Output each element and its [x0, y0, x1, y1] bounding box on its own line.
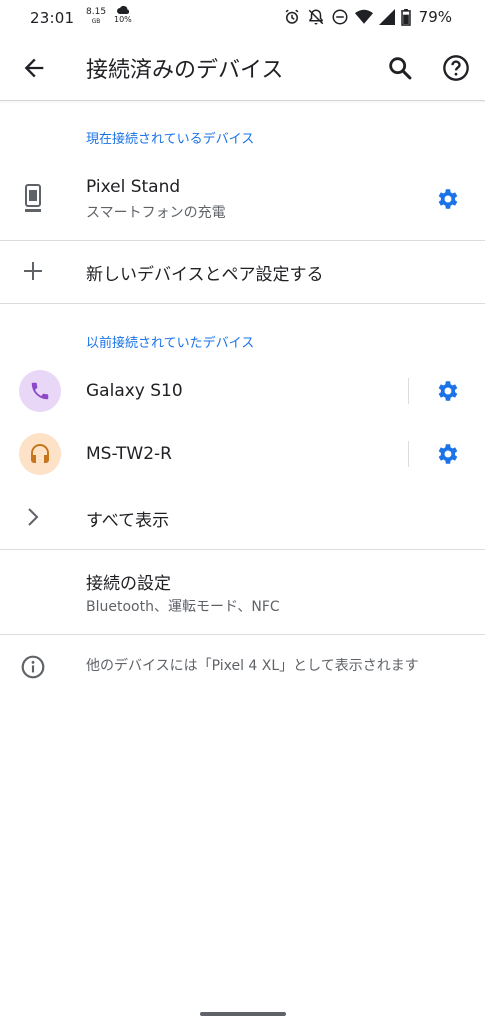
device-name: Pixel Stand — [86, 177, 181, 197]
weather-percent: 10% — [114, 15, 132, 24]
status-time: 23:01 — [30, 9, 75, 27]
back-arrow-icon[interactable] — [20, 54, 48, 82]
pair-new-device-label: 新しいデバイスとペア設定する — [86, 265, 324, 285]
help-icon[interactable] — [442, 54, 470, 82]
do-not-disturb-icon — [332, 9, 348, 25]
gear-icon[interactable] — [434, 378, 460, 404]
current-devices-header: 現在接続されているデバイス — [86, 132, 255, 147]
device-row-ms-tw2-r[interactable]: MS-TW2-R — [0, 423, 485, 485]
weather-indicator: 10% — [114, 5, 132, 24]
page-title: 接続済みのデバイス — [86, 58, 284, 83]
data-usage-unit: GB — [91, 18, 101, 25]
info-icon — [21, 655, 45, 679]
battery-icon — [400, 8, 411, 26]
phone-icon — [31, 382, 49, 400]
divider — [0, 634, 485, 635]
device-avatar — [19, 370, 61, 412]
pair-new-device-row[interactable]: 新しいデバイスとペア設定する — [0, 241, 485, 303]
device-status: スマートフォンの充電 — [86, 205, 226, 221]
connection-preferences-row[interactable]: 接続の設定 Bluetooth、運転モード、NFC — [0, 550, 485, 634]
gear-icon[interactable] — [434, 186, 460, 212]
data-usage-indicator: 8.15 GB — [86, 8, 106, 26]
status-icons: 79% — [283, 8, 452, 26]
device-avatar — [19, 433, 61, 475]
device-visibility-info: 他のデバイスには「Pixel 4 XL」として表示されます — [86, 658, 419, 674]
notifications-off-icon — [308, 9, 323, 25]
battery-percent: 79% — [418, 8, 452, 26]
wifi-icon — [354, 9, 373, 24]
search-icon[interactable] — [386, 54, 414, 82]
device-name: MS-TW2-R — [86, 444, 172, 464]
separator — [408, 378, 409, 404]
gesture-nav-handle[interactable] — [200, 1012, 286, 1016]
chevron-right-icon — [28, 508, 39, 526]
device-row-galaxy-s10[interactable]: Galaxy S10 — [0, 360, 485, 422]
headset-icon — [31, 444, 49, 463]
phone-stand-icon — [25, 184, 41, 212]
cell-signal-icon — [378, 9, 395, 25]
separator — [408, 441, 409, 467]
connection-preferences-subtitle: Bluetooth、運転モード、NFC — [86, 599, 280, 615]
divider — [0, 303, 485, 304]
gear-icon[interactable] — [434, 441, 460, 467]
device-row-pixel-stand[interactable]: Pixel Stand スマートフォンの充電 — [0, 164, 485, 238]
alarm-icon — [285, 9, 299, 24]
previous-devices-header: 以前接続されていたデバイス — [86, 336, 255, 351]
see-all-row[interactable]: すべて表示 — [0, 487, 485, 547]
status-bar: 23:01 8.15 GB 10% 79% — [0, 0, 485, 36]
plus-icon — [24, 262, 42, 280]
connection-preferences-title: 接続の設定 — [86, 574, 171, 594]
see-all-label: すべて表示 — [86, 511, 170, 531]
data-usage-value: 8.15 — [86, 7, 107, 17]
cloud-icon — [116, 5, 130, 14]
app-bar: 接続済みのデバイス — [0, 36, 485, 101]
device-name: Galaxy S10 — [86, 381, 183, 401]
